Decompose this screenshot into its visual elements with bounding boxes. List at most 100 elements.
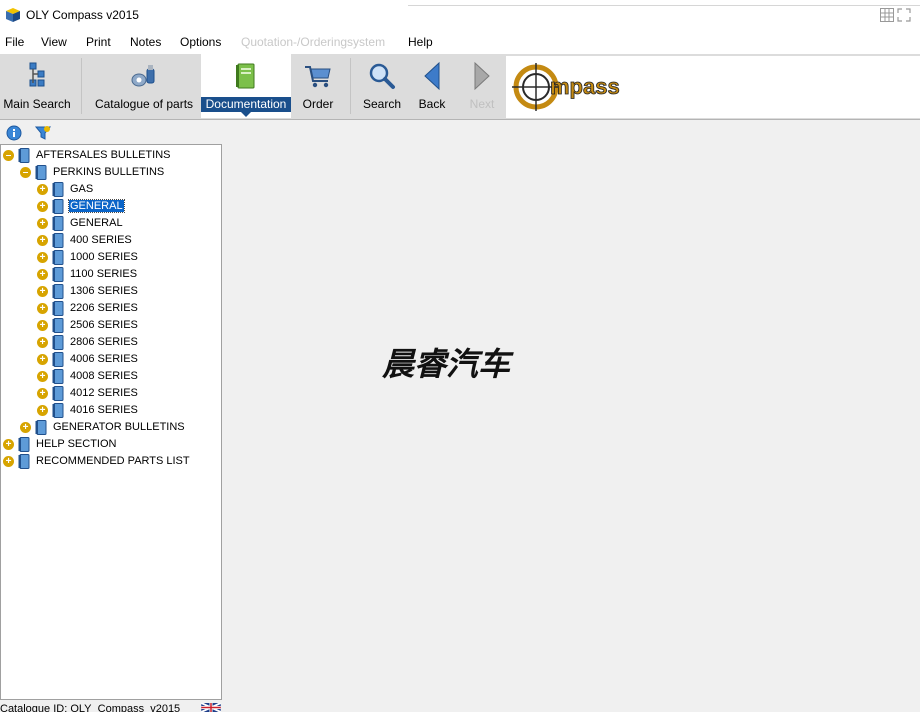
book-icon bbox=[35, 165, 47, 180]
arrow-left-icon bbox=[424, 61, 440, 91]
expand-icon[interactable]: + bbox=[37, 371, 48, 382]
book-icon bbox=[52, 352, 64, 367]
book-icon bbox=[18, 148, 30, 163]
next-label: Next bbox=[469, 97, 495, 111]
main-search-label: Main Search bbox=[3, 97, 71, 111]
next-button[interactable]: Next bbox=[462, 54, 502, 118]
menu-notes[interactable]: Notes bbox=[130, 35, 161, 49]
tree-node-item[interactable]: +2206 SERIES bbox=[37, 300, 221, 317]
compass-logo-icon: mpass bbox=[512, 63, 620, 111]
book-icon bbox=[52, 335, 64, 350]
menu-help[interactable]: Help bbox=[408, 35, 433, 49]
tree-node-label: 1306 SERIES bbox=[70, 285, 138, 297]
tree-toolbar bbox=[0, 121, 222, 144]
menu-view[interactable]: View bbox=[41, 35, 67, 49]
expand-icon[interactable]: + bbox=[3, 439, 14, 450]
expand-icon[interactable]: + bbox=[37, 184, 48, 195]
tree-structure-icon bbox=[29, 62, 45, 87]
expand-icon[interactable]: + bbox=[37, 354, 48, 365]
expand-icon[interactable]: + bbox=[37, 303, 48, 314]
tree-node-item[interactable]: + GENERAL bbox=[37, 198, 221, 215]
back-label: Back bbox=[418, 97, 446, 111]
book-icon bbox=[35, 420, 47, 435]
tree-node-item[interactable]: +400 SERIES bbox=[37, 232, 221, 249]
expand-icon[interactable]: + bbox=[37, 252, 48, 263]
expand-icon[interactable]: + bbox=[37, 286, 48, 297]
tree-node-item[interactable]: +1000 SERIES bbox=[37, 249, 221, 266]
shopping-cart-icon bbox=[305, 66, 331, 88]
watermark-text: 晨睿汽车 bbox=[382, 345, 511, 383]
tree-node-perkins[interactable]: – PERKINS BULLETINS bbox=[20, 164, 221, 181]
menu-bar: File View Print Notes Options Quotation-… bbox=[0, 30, 920, 54]
menu-file[interactable]: File bbox=[5, 35, 24, 49]
tree-node-help[interactable]: + HELP SECTION bbox=[3, 436, 221, 453]
tree-node-recommended[interactable]: + RECOMMENDED PARTS LIST bbox=[3, 453, 221, 470]
menu-quotation[interactable]: Quotation-/Orderingsystem bbox=[241, 35, 385, 49]
menu-options[interactable]: Options bbox=[180, 35, 221, 49]
expand-icon[interactable]: + bbox=[37, 269, 48, 280]
tree-node-label: 4016 SERIES bbox=[70, 404, 138, 416]
tree-node-item[interactable]: +1100 SERIES bbox=[37, 266, 221, 283]
tree-node-item[interactable]: +4016 SERIES bbox=[37, 402, 221, 419]
tree-node-label: GAS bbox=[70, 183, 94, 195]
documentation-button[interactable]: Documentation bbox=[201, 54, 291, 118]
fullscreen-icon[interactable] bbox=[897, 8, 911, 22]
expand-icon[interactable]: + bbox=[37, 201, 48, 212]
toolbar-separator bbox=[350, 58, 351, 114]
book-icon bbox=[18, 437, 30, 452]
expand-icon[interactable]: + bbox=[37, 320, 48, 331]
documentation-label: Documentation bbox=[201, 97, 291, 112]
tree-node-item[interactable]: +4012 SERIES bbox=[37, 385, 221, 402]
tree-node-label: HELP SECTION bbox=[36, 438, 117, 450]
book-icon bbox=[18, 454, 30, 469]
tree-node-label: RECOMMENDED PARTS LIST bbox=[36, 455, 190, 467]
filter-icon[interactable] bbox=[35, 125, 51, 141]
expand-icon[interactable]: + bbox=[37, 405, 48, 416]
expand-icon[interactable]: + bbox=[37, 218, 48, 229]
expand-icon[interactable]: + bbox=[3, 456, 14, 467]
expand-icon[interactable]: + bbox=[20, 422, 31, 433]
info-icon[interactable] bbox=[6, 125, 22, 141]
compass-logo: mpass bbox=[506, 56, 920, 118]
book-icon bbox=[52, 199, 64, 214]
tree-node-item[interactable]: +2506 SERIES bbox=[37, 317, 221, 334]
uk-flag-icon[interactable] bbox=[198, 703, 224, 712]
collapse-icon[interactable]: – bbox=[20, 167, 31, 178]
tree-node-label: 2506 SERIES bbox=[70, 319, 138, 331]
search-label: Search bbox=[362, 97, 402, 111]
search-button[interactable]: Search bbox=[360, 54, 404, 118]
logo-text: mpass bbox=[550, 74, 620, 99]
expand-icon[interactable]: + bbox=[37, 235, 48, 246]
catalogue-button[interactable]: Catalogue of parts bbox=[92, 54, 196, 118]
book-icon bbox=[52, 250, 64, 265]
collapse-icon[interactable]: – bbox=[3, 150, 14, 161]
tree-node-item[interactable]: +4008 SERIES bbox=[37, 368, 221, 385]
expand-icon[interactable]: + bbox=[37, 337, 48, 348]
app-window: OLY Compass v2015 File View Print Notes … bbox=[0, 0, 920, 712]
tree-node-item[interactable]: +2806 SERIES bbox=[37, 334, 221, 351]
book-icon bbox=[52, 386, 64, 401]
grid-icon[interactable] bbox=[880, 8, 894, 22]
book-icon bbox=[52, 233, 64, 248]
tree-node-item[interactable]: + GENERAL bbox=[37, 215, 221, 232]
active-caret-icon bbox=[241, 112, 251, 117]
tree-node-item[interactable]: +4006 SERIES bbox=[37, 351, 221, 368]
order-button[interactable]: Order bbox=[298, 54, 338, 118]
tree-node-aftersales[interactable]: – AFTERSALES BULLETINS bbox=[3, 147, 221, 164]
tree-node-item[interactable]: +1306 SERIES bbox=[37, 283, 221, 300]
status-bar: Catalogue ID: OLY_Compass_v2015 bbox=[0, 700, 920, 712]
main-toolbar: Main Search Catalogue of parts Documenta… bbox=[0, 54, 920, 120]
main-search-button[interactable]: Main Search bbox=[2, 54, 72, 118]
book-icon bbox=[52, 318, 64, 333]
tree-node-item[interactable]: + GAS bbox=[37, 181, 221, 198]
menu-print[interactable]: Print bbox=[86, 35, 111, 49]
tree-node-label: GENERATOR BULLETINS bbox=[53, 421, 185, 433]
book-icon bbox=[52, 182, 64, 197]
tree-node-label: AFTERSALES BULLETINS bbox=[36, 149, 171, 161]
expand-icon[interactable]: + bbox=[37, 388, 48, 399]
catalogue-label: Catalogue of parts bbox=[94, 97, 194, 111]
tree-node-generator[interactable]: + GENERATOR BULLETINS bbox=[20, 419, 221, 436]
back-button[interactable]: Back bbox=[414, 54, 450, 118]
tree-node-label: 4006 SERIES bbox=[70, 353, 138, 365]
window-title: OLY Compass v2015 bbox=[26, 8, 139, 22]
